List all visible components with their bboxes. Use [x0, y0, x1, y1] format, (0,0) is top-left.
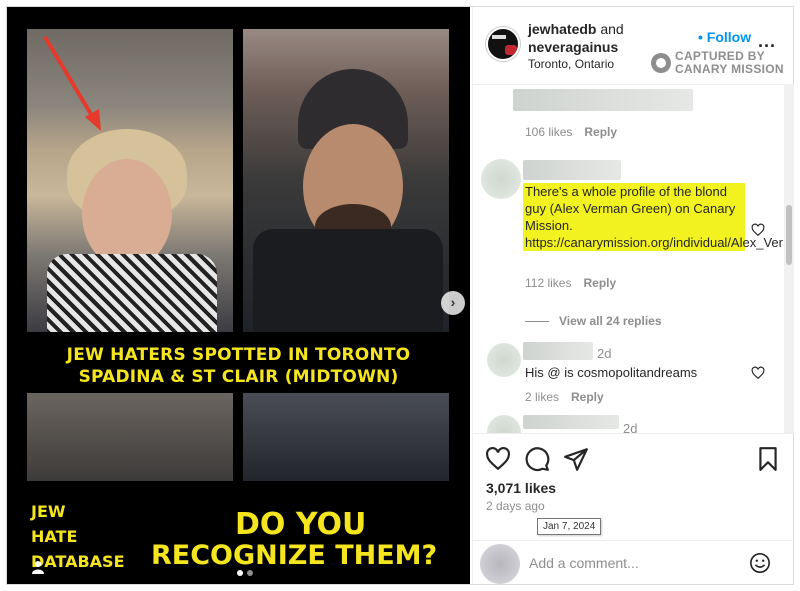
avatar-logo-bar: [492, 35, 506, 39]
avatar[interactable]: [487, 343, 521, 377]
user-tag-icon[interactable]: [32, 560, 44, 574]
photo-bottom-left: [27, 393, 233, 481]
avatar[interactable]: [487, 415, 521, 433]
emoji-icon[interactable]: [749, 552, 771, 574]
comment-likes[interactable]: 112 likes: [525, 276, 571, 290]
post-headline-line2: SPADINA & ST CLAIR (MIDTOWN): [78, 367, 399, 387]
chevron-right-icon[interactable]: ›: [441, 291, 465, 315]
comment-meta: 106 likes Reply: [525, 125, 617, 139]
comment-likes[interactable]: 2 likes: [525, 390, 559, 404]
red-arrow-icon: [43, 35, 101, 131]
heart-icon[interactable]: [751, 223, 765, 237]
view-replies-button[interactable]: View all 24 replies: [525, 314, 662, 328]
question-line1: DO YOU: [235, 507, 367, 542]
heart-icon[interactable]: [485, 446, 511, 472]
carousel-dot-1[interactable]: [237, 570, 243, 576]
face: [82, 159, 172, 269]
blurred-text: [513, 89, 693, 111]
jacket: [253, 229, 443, 332]
post-side-panel: jewhatedb and neveragainus Toronto, Onta…: [472, 7, 794, 584]
blurred-username: [523, 415, 619, 429]
add-comment-bar: [473, 540, 794, 585]
author-link-2[interactable]: neveragainus: [528, 39, 618, 55]
view-replies-label: View all 24 replies: [559, 314, 662, 328]
carousel-dot-2[interactable]: [247, 570, 253, 576]
question-line2: RECOGNIZE THEM?: [151, 540, 438, 571]
comment-text: His @ is cosmopolitandreams: [525, 365, 698, 380]
reply-button[interactable]: Reply: [571, 390, 604, 404]
brand-line1: JEW: [31, 502, 66, 521]
likes-count[interactable]: 3,071 likes: [486, 480, 556, 496]
scrollbar-thumb[interactable]: [786, 205, 792, 265]
watermark-icon: [651, 53, 671, 73]
avatar-logo-mark: [505, 45, 517, 55]
author-link-1[interactable]: jewhatedb: [528, 21, 596, 37]
avatar[interactable]: [481, 159, 521, 199]
comment-icon[interactable]: [524, 446, 550, 472]
comment-input[interactable]: [529, 555, 729, 571]
comments-scrollbar[interactable]: [784, 85, 794, 433]
comment-likes[interactable]: 106 likes: [525, 125, 572, 139]
bookmark-icon[interactable]: [755, 446, 781, 472]
reply-button[interactable]: Reply: [584, 125, 617, 139]
watermark: CAPTURED BY CANARY MISSION: [675, 50, 784, 76]
brand-line2: HATE: [31, 527, 78, 546]
post-timestamp[interactable]: 2 days ago: [486, 499, 545, 513]
watermark-line2: CANARY MISSION: [675, 62, 784, 76]
authors-conjunction: and: [596, 21, 624, 37]
timestamp-tooltip: Jan 7, 2024: [537, 518, 602, 535]
heart-icon[interactable]: [751, 366, 765, 380]
post-headline-line1: JEW HATERS SPOTTED IN TORONTO: [66, 345, 411, 365]
blurred-username: [523, 160, 621, 180]
comment-time[interactable]: 2d: [623, 421, 637, 433]
comments-list[interactable]: 106 likes Reply There's a whole profile o…: [473, 85, 783, 433]
photo-top-right: [243, 29, 449, 332]
comment-meta: 2 likes Reply: [525, 390, 604, 404]
comment-meta: 112 likes Reply: [525, 276, 616, 290]
avatar[interactable]: [486, 27, 520, 61]
post-actions: 3,071 likes 2 days ago Jan 7, 2024: [473, 433, 794, 584]
carousel-dots: [237, 570, 253, 576]
comment-time[interactable]: 2d: [597, 346, 611, 361]
comment-text: There's a whole profile of the blond guy…: [523, 183, 783, 251]
photo-top-left: [27, 29, 233, 332]
post-media[interactable]: JEW HATERS SPOTTED IN TORONTO SPADINA & …: [7, 7, 470, 584]
keffiyeh-scarf: [47, 254, 217, 332]
avatar: [480, 544, 520, 584]
location-link[interactable]: Toronto, Ontario: [528, 57, 614, 71]
post-header: jewhatedb and neveragainus Toronto, Onta…: [473, 7, 794, 85]
reply-button[interactable]: Reply: [583, 276, 616, 290]
photo-bottom-right: [243, 393, 449, 481]
post-authors: jewhatedb and neveragainus: [528, 20, 624, 56]
blurred-username: [523, 342, 593, 360]
follow-button[interactable]: • Follow: [698, 29, 751, 45]
share-icon[interactable]: [563, 446, 589, 472]
brand-line3: DATABASE: [31, 552, 125, 571]
